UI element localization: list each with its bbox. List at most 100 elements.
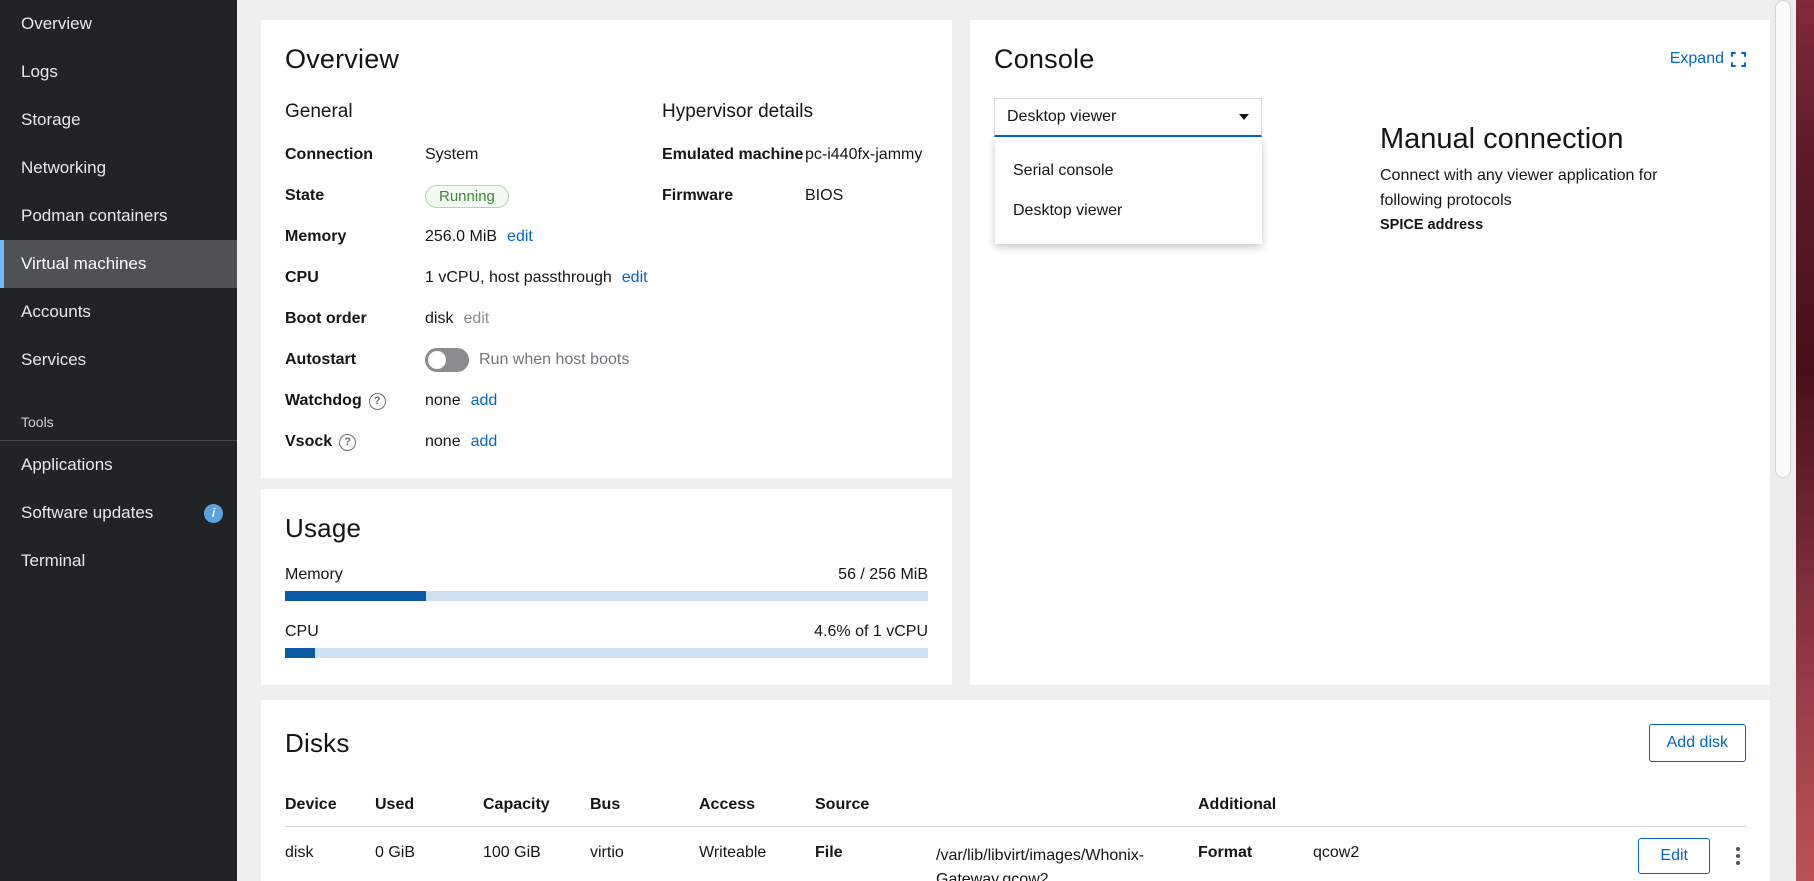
col-header-access: Access: [699, 796, 815, 814]
chevron-down-icon: [1239, 114, 1249, 120]
sidebar-item-storage[interactable]: Storage: [0, 96, 237, 144]
memory-label: Memory: [285, 228, 425, 246]
firmware-label: Firmware: [662, 187, 805, 205]
memory-edit-link[interactable]: edit: [507, 228, 533, 246]
watchdog-label: Watchdog: [285, 392, 362, 410]
watchdog-help-icon[interactable]: ?: [369, 393, 386, 410]
memory-usage-value: 56 / 256 MiB: [838, 566, 928, 584]
sidebar-item-networking[interactable]: Networking: [0, 144, 237, 192]
vsock-add-link[interactable]: add: [471, 433, 498, 451]
autostart-row: Autostart Run when host boots: [285, 348, 662, 372]
sidebar-item-label: Terminal: [21, 551, 85, 571]
sidebar-item-accounts[interactable]: Accounts: [0, 288, 237, 336]
boot-order-label: Boot order: [285, 310, 425, 328]
overview-hypervisor-column: Hypervisor details Emulated machine pc-i…: [662, 101, 928, 471]
connection-value: System: [425, 146, 662, 164]
state-label: State: [285, 187, 425, 205]
boot-order-row: Boot order disk edit: [285, 307, 662, 331]
hypervisor-section-header: Hypervisor details: [662, 101, 928, 123]
connection-row: Connection System: [285, 143, 662, 167]
disk-used-cell: 0 GiB: [375, 844, 483, 862]
boot-order-edit-link[interactable]: edit: [463, 310, 489, 328]
console-expand-link[interactable]: Expand: [1670, 50, 1746, 68]
sidebar-item-software-updates[interactable]: Software updates i: [0, 489, 237, 537]
state-running-badge: Running: [425, 185, 509, 208]
sidebar-item-logs[interactable]: Logs: [0, 48, 237, 96]
memory-usage-row: Memory 56 / 256 MiB: [285, 566, 928, 601]
toggle-knob: [428, 351, 446, 369]
disk-device-cell: disk: [285, 844, 375, 862]
sidebar: Overview Logs Storage Networking Podman …: [0, 0, 237, 881]
col-header-used: Used: [375, 796, 483, 814]
cpu-row: CPU 1 vCPU, host passthrough edit: [285, 266, 662, 290]
sidebar-item-label: Software updates: [21, 503, 153, 523]
disk-bus-cell: virtio: [590, 844, 699, 862]
vsock-value: none: [425, 433, 461, 451]
sidebar-item-label: Podman containers: [21, 206, 167, 226]
console-type-menu: Serial console Desktop viewer: [995, 138, 1262, 244]
table-row: disk 0 GiB 100 GiB virtio Writeable File…: [285, 827, 1746, 881]
disks-table: Device Used Capacity Bus Access Source A…: [285, 786, 1746, 881]
vsock-help-icon[interactable]: ?: [339, 434, 356, 451]
disk-access-cell: Writeable: [699, 844, 815, 862]
sidebar-section-tools: Tools: [0, 406, 237, 440]
sidebar-item-label: Services: [21, 350, 86, 370]
vsock-label: Vsock: [285, 433, 332, 451]
col-header-device: Device: [285, 796, 375, 814]
overview-card-title: Overview: [285, 44, 928, 75]
menu-item-desktop-viewer[interactable]: Desktop viewer: [995, 191, 1262, 231]
sidebar-item-virtual-machines[interactable]: Virtual machines: [0, 240, 237, 288]
sidebar-item-podman-containers[interactable]: Podman containers: [0, 192, 237, 240]
info-badge-icon: i: [204, 504, 223, 523]
usage-card: Usage Memory 56 / 256 MiB CPU 4.6% of 1 …: [261, 489, 952, 685]
cpu-progress-fill: [285, 648, 315, 658]
virtual-machine-page: Overview Logs Storage Networking Podman …: [0, 0, 1814, 881]
memory-usage-label: Memory: [285, 566, 343, 584]
sidebar-tools-section: Tools Applications Software updates i Te…: [0, 406, 237, 585]
menu-item-serial-console[interactable]: Serial console: [995, 151, 1262, 191]
scrollbar-thumb[interactable]: [1775, 0, 1791, 478]
kebab-menu-icon[interactable]: [1730, 839, 1746, 873]
usage-card-title: Usage: [285, 513, 928, 544]
sidebar-item-label: Networking: [21, 158, 106, 178]
cpu-value: 1 vCPU, host passthrough: [425, 269, 612, 287]
manual-connection-block: Manual connection Connect with any viewe…: [1380, 123, 1725, 233]
col-header-additional: Additional: [1198, 796, 1746, 814]
emulated-machine-value: pc-i440fx-jammy: [805, 146, 928, 164]
sidebar-item-label: Accounts: [21, 302, 91, 322]
autostart-description: Run when host boots: [479, 351, 629, 369]
sidebar-item-terminal[interactable]: Terminal: [0, 537, 237, 585]
firmware-row: Firmware BIOS: [662, 184, 928, 208]
add-disk-button[interactable]: Add disk: [1649, 724, 1746, 762]
overview-card: Overview General Connection System State…: [261, 20, 952, 478]
disk-additional-cell: Format qcow2: [1198, 844, 1638, 862]
sidebar-item-services[interactable]: Services: [0, 336, 237, 384]
state-row: State Running: [285, 184, 662, 208]
watchdog-add-link[interactable]: add: [471, 392, 498, 410]
expand-icon: [1731, 52, 1746, 67]
cpu-progress-track: [285, 648, 928, 658]
col-header-source: Source: [815, 796, 1198, 814]
format-value: qcow2: [1313, 844, 1638, 862]
memory-progress-fill: [285, 591, 426, 601]
expand-label: Expand: [1670, 50, 1724, 68]
manual-connection-title: Manual connection: [1380, 123, 1725, 156]
sidebar-item-applications[interactable]: Applications: [0, 441, 237, 489]
emulated-machine-row: Emulated machine pc-i440fx-jammy: [662, 143, 928, 167]
memory-row: Memory 256.0 MiB edit: [285, 225, 662, 249]
sidebar-item-label: Virtual machines: [21, 254, 146, 274]
watchdog-value: none: [425, 392, 461, 410]
watchdog-row: Watchdog ? none add: [285, 389, 662, 413]
cpu-edit-link[interactable]: edit: [622, 269, 648, 287]
console-card: Console Expand Desktop viewer Serial con…: [970, 20, 1770, 685]
disk-edit-button[interactable]: Edit: [1638, 838, 1710, 874]
console-type-select[interactable]: Desktop viewer: [994, 98, 1262, 137]
vsock-row: Vsock ? none add: [285, 430, 662, 454]
sidebar-item-label: Storage: [21, 110, 81, 130]
autostart-label: Autostart: [285, 351, 425, 369]
autostart-toggle[interactable]: [425, 348, 469, 372]
disks-card-title: Disks: [285, 728, 350, 759]
overview-general-column: General Connection System State Running …: [285, 101, 662, 471]
source-type-label: File: [815, 844, 936, 881]
sidebar-item-overview[interactable]: Overview: [0, 0, 237, 48]
